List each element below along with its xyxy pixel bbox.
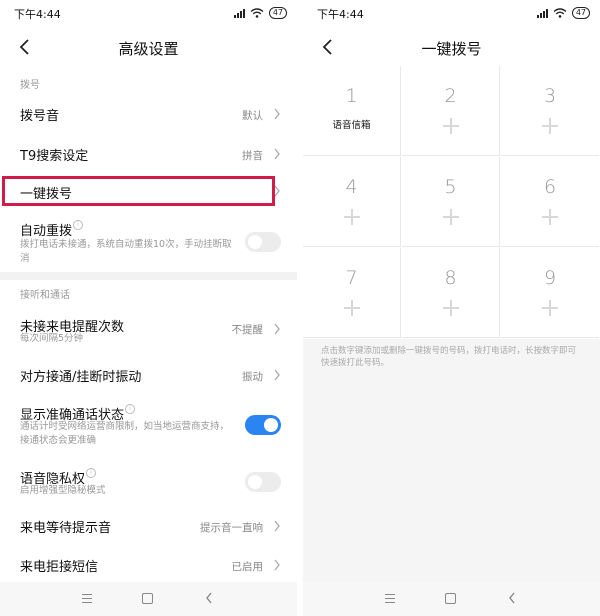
status-time: 下午4:44 bbox=[14, 8, 61, 21]
section-header-calls: 接听和通话 bbox=[20, 290, 70, 301]
speed-dial-key-8[interactable]: 8 bbox=[402, 248, 500, 338]
advanced-settings-screen: 下午4:44 47 高级设置 拨号 拨号音 默认 T9搜索设定 拼音 一键拨号 … bbox=[0, 0, 297, 616]
info-icon: i bbox=[73, 220, 84, 230]
status-icons: 47 bbox=[536, 6, 590, 20]
row-reject-sms[interactable]: 来电拒接短信 已启用 bbox=[0, 550, 297, 580]
speed-dial-key-7[interactable]: 7 bbox=[303, 248, 401, 338]
row-label: 自动重拨 i bbox=[20, 220, 84, 239]
status-time: 下午4:44 bbox=[317, 8, 364, 21]
plus-icon bbox=[344, 300, 360, 316]
plus-icon bbox=[443, 300, 459, 316]
key-number: 8 bbox=[444, 267, 457, 289]
plus-icon bbox=[542, 209, 558, 225]
header: 高级设置 bbox=[0, 28, 297, 66]
menu-icon[interactable] bbox=[82, 594, 92, 603]
row-description: 每次间隔5分钟 bbox=[20, 333, 84, 344]
row-label: 拨号音 bbox=[20, 109, 60, 124]
battery-icon: 47 bbox=[571, 7, 590, 19]
battery-icon: 47 bbox=[268, 7, 287, 19]
status-icons: 47 bbox=[233, 6, 287, 20]
speed-dial-key-2[interactable]: 2 bbox=[402, 66, 500, 156]
key-number: 5 bbox=[444, 176, 457, 198]
section-gap bbox=[0, 272, 297, 280]
wifi-icon bbox=[553, 8, 567, 18]
row-auto-redial[interactable]: 自动重拨 i 拨打电话未接通，系统自动重拨10次，手动挂断取消 bbox=[0, 216, 297, 266]
chevron-right-icon bbox=[274, 369, 280, 381]
page-title: 高级设置 bbox=[118, 40, 179, 58]
status-bar: 下午4:44 47 bbox=[303, 0, 600, 28]
speed-dial-screen: 下午4:44 47 一键拨号 1 语音信箱 2 3 4 5 6 7 8 9 点击… bbox=[303, 0, 600, 616]
key-number: 4 bbox=[345, 176, 358, 198]
plus-icon bbox=[443, 118, 459, 134]
key-number: 6 bbox=[543, 176, 557, 198]
row-value: 已启用 bbox=[231, 561, 264, 573]
key-number: 9 bbox=[543, 267, 557, 289]
menu-icon[interactable] bbox=[385, 594, 395, 603]
key-number: 3 bbox=[543, 85, 557, 107]
row-call-waiting-tone[interactable]: 来电等待提示音 提示音一直响 bbox=[0, 510, 297, 542]
chevron-right-icon bbox=[274, 520, 280, 532]
row-description: 启用增强型隐秘模式 bbox=[20, 485, 106, 496]
info-icon: i bbox=[125, 404, 136, 414]
hint-area: 点击数字键添加或删除一键拨号的号码，拨打电话时，长按数字即可快速拨打此号码。 bbox=[303, 339, 600, 582]
speed-dial-key-6[interactable]: 6 bbox=[501, 157, 599, 247]
speed-dial-grid: 1 语音信箱 2 3 4 5 6 7 8 9 bbox=[303, 66, 600, 339]
row-value: 振动 bbox=[242, 371, 263, 383]
header: 一键拨号 bbox=[303, 28, 600, 66]
page-title: 一键拨号 bbox=[421, 40, 482, 58]
key-number: 1 bbox=[345, 85, 358, 107]
row-label: 来电拒接短信 bbox=[20, 560, 99, 575]
back-icon[interactable] bbox=[508, 592, 516, 604]
speed-dial-key-3[interactable]: 3 bbox=[501, 66, 599, 156]
row-missed-call-reminder[interactable]: 未接来电提醒次数 每次间隔5分钟 不提醒 bbox=[0, 310, 297, 348]
row-value: 拼音 bbox=[242, 150, 263, 162]
plus-icon bbox=[443, 209, 459, 225]
row-label: T9搜索设定 bbox=[20, 149, 89, 164]
chevron-right-icon bbox=[274, 148, 280, 160]
row-value: 提示音一直响 bbox=[200, 522, 263, 534]
speed-dial-key-4[interactable]: 4 bbox=[303, 157, 401, 247]
key-number: 7 bbox=[345, 267, 358, 289]
row-dial-tone[interactable]: 拨号音 默认 bbox=[0, 96, 297, 130]
auto-redial-toggle[interactable] bbox=[245, 232, 281, 252]
accurate-status-toggle[interactable] bbox=[245, 415, 281, 435]
info-icon: i bbox=[86, 468, 97, 478]
row-connect-vibrate[interactable]: 对方接通/挂断时振动 振动 bbox=[0, 358, 297, 392]
plus-icon bbox=[542, 118, 558, 134]
wifi-icon bbox=[250, 8, 264, 18]
row-description: 拨打电话未接通，系统自动重拨10次，手动挂断取消 bbox=[20, 239, 232, 264]
row-t9-search[interactable]: T9搜索设定 拼音 bbox=[0, 136, 297, 170]
home-icon[interactable] bbox=[445, 593, 456, 604]
row-value: 不提醒 bbox=[231, 324, 264, 336]
key-number: 2 bbox=[444, 85, 457, 107]
back-icon[interactable] bbox=[205, 592, 213, 604]
section-header-dialing: 拨号 bbox=[20, 80, 40, 91]
chevron-right-icon bbox=[274, 323, 280, 335]
chevron-right-icon bbox=[274, 559, 280, 571]
key-contact-name: 语音信箱 bbox=[332, 120, 371, 131]
navigation-bar bbox=[303, 582, 600, 616]
speed-dial-key-1[interactable]: 1 语音信箱 bbox=[303, 66, 401, 156]
row-label: 对方接通/挂断时振动 bbox=[20, 370, 142, 385]
speed-dial-key-9[interactable]: 9 bbox=[501, 248, 599, 338]
row-description: 通话计时受网络运营商限制，如当地运营商支持，接通状态会更准确 bbox=[20, 421, 230, 446]
row-voice-privacy[interactable]: 语音隐私权 i 启用增强型隐秘模式 bbox=[0, 464, 297, 502]
plus-icon bbox=[542, 300, 558, 316]
speed-dial-hint: 点击数字键添加或删除一键拨号的号码，拨打电话时，长按数字即可快速拨打此号码。 bbox=[321, 346, 577, 368]
row-accurate-call-status[interactable]: 显示准确通话状态 i 通话计时受网络运营商限制，如当地运营商支持，接通状态会更准确 bbox=[0, 398, 297, 452]
home-icon[interactable] bbox=[142, 593, 153, 604]
plus-icon bbox=[344, 209, 360, 225]
row-label: 来电等待提示音 bbox=[20, 521, 112, 536]
row-value: 默认 bbox=[242, 110, 263, 122]
speed-dial-key-5[interactable]: 5 bbox=[402, 157, 500, 247]
signal-icon bbox=[536, 8, 548, 18]
navigation-bar bbox=[0, 582, 297, 616]
voice-privacy-toggle[interactable] bbox=[245, 472, 281, 492]
status-bar: 下午4:44 47 bbox=[0, 0, 297, 28]
signal-icon bbox=[233, 8, 245, 18]
highlight-box bbox=[2, 176, 275, 206]
chevron-right-icon bbox=[274, 108, 280, 120]
